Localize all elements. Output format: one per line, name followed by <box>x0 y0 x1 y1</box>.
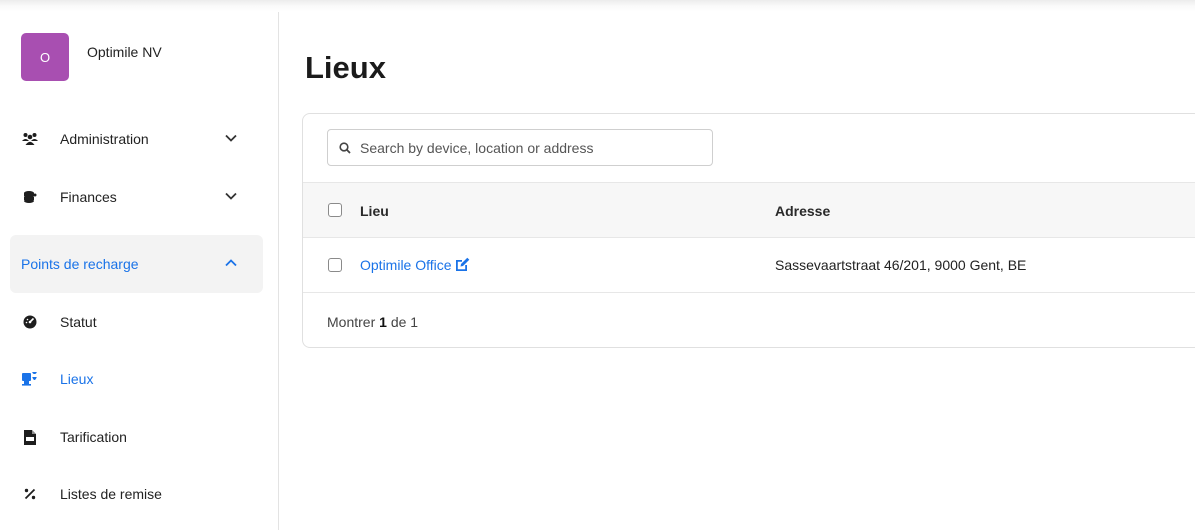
page-title: Lieux <box>305 50 386 85</box>
coins-icon <box>21 190 39 204</box>
gauge-icon <box>21 315 39 329</box>
chevron-down-icon <box>224 131 238 148</box>
sidebar-section-label: Points de recharge <box>21 256 139 272</box>
pagination-summary: Montrer 1 de 1 <box>327 314 418 330</box>
table-row: Optimile Office Sassevaartstraat 46/201,… <box>303 238 1195 293</box>
sidebar-item-label: Lieux <box>60 371 94 387</box>
row-checkbox[interactable] <box>328 258 342 272</box>
top-bar-shadow <box>0 0 1195 12</box>
search-box[interactable] <box>327 129 713 166</box>
sidebar-item-statut[interactable]: Statut <box>10 302 263 342</box>
sidebar: O Optimile NV Administration Finances Po… <box>0 12 279 530</box>
pagination-prefix: Montrer <box>327 314 376 330</box>
location-board-icon <box>21 372 39 386</box>
address-cell: Sassevaartstraat 46/201, 9000 Gent, BE <box>775 257 1027 273</box>
chevron-up-icon <box>224 256 238 273</box>
app-root: O Optimile NV Administration Finances Po… <box>0 0 1195 530</box>
search-icon <box>339 141 351 154</box>
org-avatar-initial: O <box>39 49 51 65</box>
sidebar-item-label: Tarification <box>60 429 127 445</box>
pagination-count: 1 <box>379 314 387 330</box>
search-input[interactable] <box>360 139 690 156</box>
select-all-checkbox[interactable] <box>328 203 342 217</box>
sidebar-item-label: Statut <box>60 314 97 330</box>
pagination-total: 1 <box>410 314 419 330</box>
sidebar-item-administration[interactable]: Administration <box>10 119 263 159</box>
location-link[interactable]: Optimile Office <box>360 257 452 273</box>
sidebar-item-label: Administration <box>60 131 149 147</box>
edit-icon[interactable] <box>455 257 470 275</box>
sidebar-item-label: Finances <box>60 189 117 205</box>
table-header: Lieu Adresse <box>303 182 1195 238</box>
column-header-adresse[interactable]: Adresse <box>775 203 830 219</box>
sidebar-item-tarification[interactable]: Tarification <box>10 417 263 457</box>
users-icon <box>21 132 39 146</box>
column-header-lieu[interactable]: Lieu <box>360 203 389 219</box>
sidebar-item-label: Listes de remise <box>60 486 162 502</box>
sidebar-item-listes-remise[interactable]: Listes de remise <box>10 474 263 514</box>
file-invoice-icon <box>21 429 39 445</box>
sidebar-item-finances[interactable]: Finances <box>10 177 263 217</box>
org-switcher[interactable]: O Optimile NV <box>21 33 162 81</box>
locations-table-card: Lieu Adresse Optimile Office Sassevaarts… <box>302 113 1195 348</box>
sidebar-item-lieux[interactable]: Lieux <box>10 359 263 399</box>
chevron-down-icon <box>224 189 238 206</box>
location-cell: Optimile Office <box>360 257 470 275</box>
sidebar-section-charging-points[interactable]: Points de recharge <box>10 235 263 293</box>
pagination-of: de <box>390 314 407 330</box>
percent-icon <box>21 488 39 500</box>
org-avatar: O <box>21 33 69 81</box>
org-name: Optimile NV <box>87 44 162 60</box>
